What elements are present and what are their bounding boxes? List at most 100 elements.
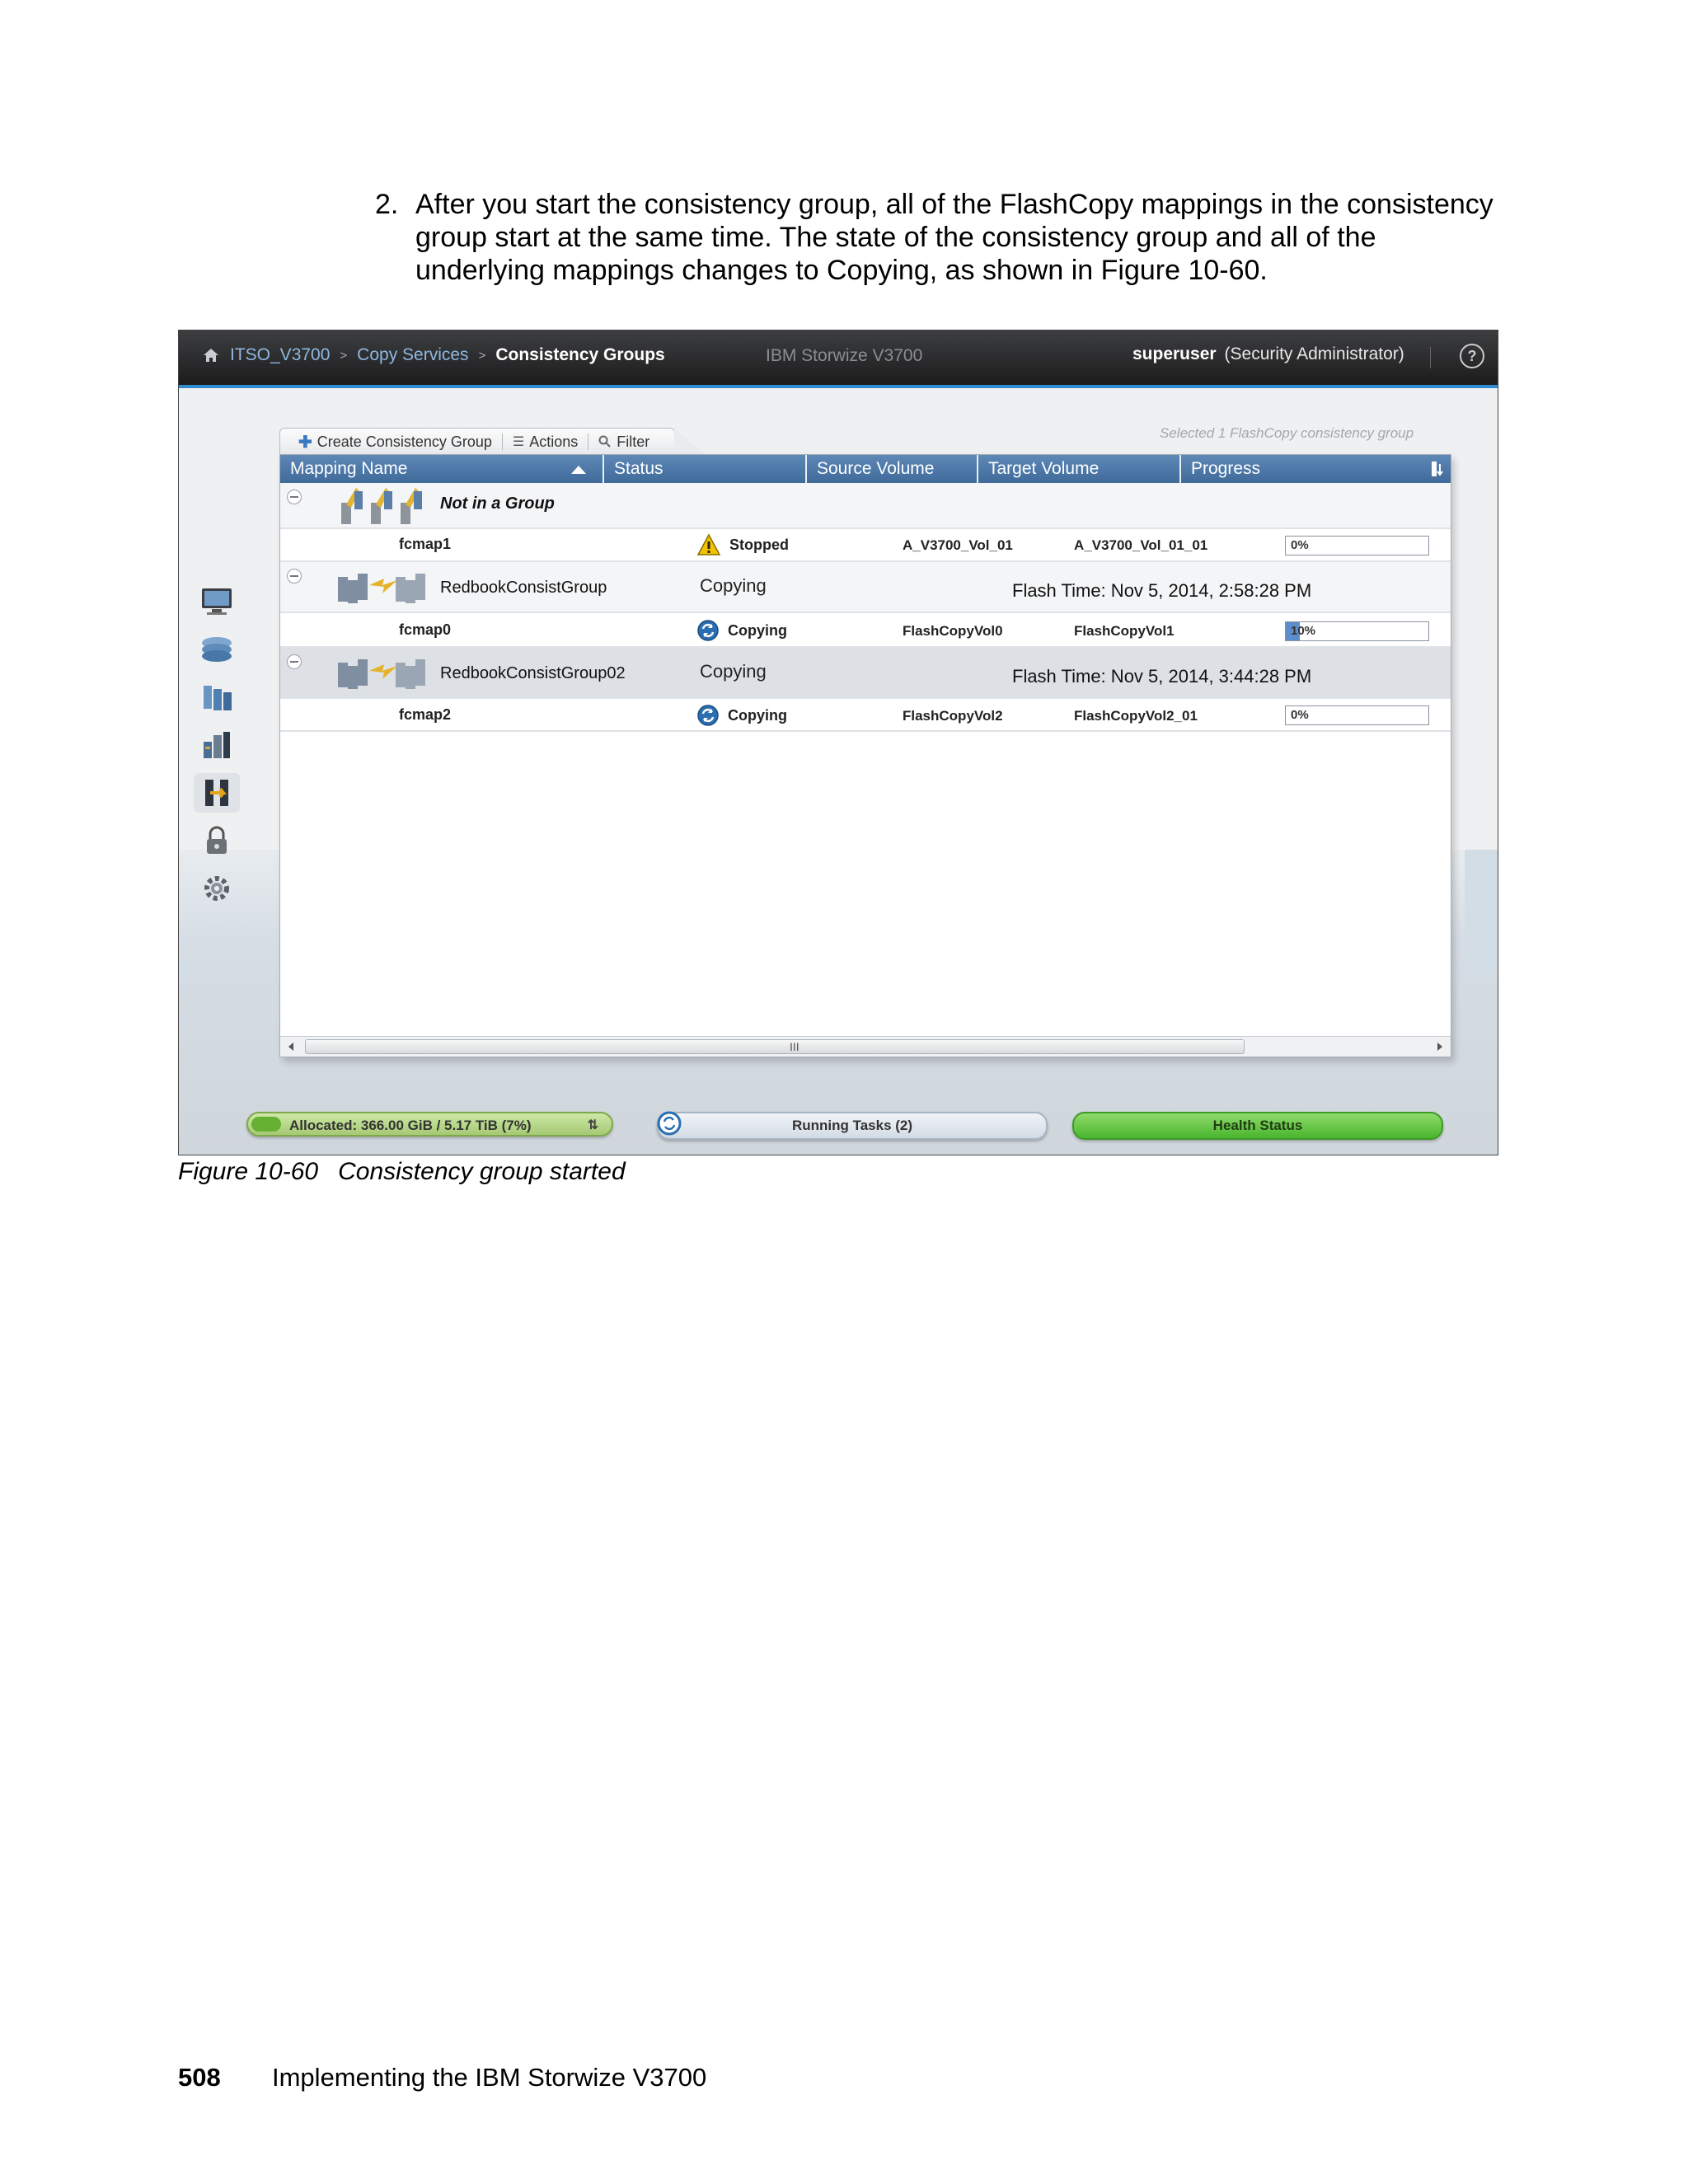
nav-copy-services[interactable] xyxy=(194,773,240,813)
user-info[interactable]: superuser (Security Administrator) xyxy=(1132,344,1404,364)
breadcrumb-current: Consistency Groups xyxy=(495,345,665,364)
target-volume: FlashCopyVol2_01 xyxy=(1074,708,1198,724)
nav-volumes[interactable] xyxy=(194,677,240,717)
column-header-source-volume[interactable]: Source Volume xyxy=(807,455,978,483)
horizontal-scrollbar[interactable]: III xyxy=(280,1036,1451,1057)
mapping-row-fcmap0[interactable]: fcmap0 Copying FlashCopyVol0 FlashCopyVo… xyxy=(280,613,1451,648)
group-row-redbookconsistgroup02[interactable]: RedbookConsistGroup02 Copying Flash Time… xyxy=(280,648,1451,699)
progress-bar: 0% xyxy=(1285,536,1429,555)
running-tasks-pod[interactable]: Running Tasks (2) xyxy=(657,1111,1048,1140)
user-role: (Security Administrator) xyxy=(1224,344,1404,363)
health-status-pod[interactable]: Health Status xyxy=(1072,1112,1443,1140)
actions-button[interactable]: ☰ Actions xyxy=(503,430,588,453)
mappings-table: Mapping Name Status Source Volume Target… xyxy=(279,454,1451,1057)
nav-pools[interactable] xyxy=(194,630,240,669)
group-status: Copying xyxy=(700,575,767,596)
consistency-group-icon xyxy=(338,574,425,603)
breadcrumb-system[interactable]: ITSO_V3700 xyxy=(230,345,330,365)
target-volume: A_V3700_Vol_01_01 xyxy=(1074,537,1208,553)
figure-label: Figure 10-60 xyxy=(178,1158,319,1185)
mapping-name: fcmap0 xyxy=(399,621,452,638)
figure-text: Consistency group started xyxy=(338,1158,626,1185)
column-header-status[interactable]: Status xyxy=(604,455,807,483)
filter-label: Filter xyxy=(617,433,650,450)
group-status: Copying xyxy=(700,661,767,682)
scrollbar-grip: III xyxy=(790,1040,799,1053)
scrollbar-thumb[interactable]: III xyxy=(305,1039,1245,1054)
column-header-label: Source Volume xyxy=(817,459,935,478)
source-volume: A_V3700_Vol_01 xyxy=(903,537,1013,553)
actions-label: Actions xyxy=(529,433,579,450)
warning-icon xyxy=(696,533,721,555)
mapping-status-label: Copying xyxy=(728,706,787,724)
column-header-label: Status xyxy=(614,459,663,478)
breadcrumb-separator: > xyxy=(478,348,486,363)
home-icon[interactable] xyxy=(202,347,220,363)
nav-settings[interactable] xyxy=(194,869,240,908)
collapse-icon[interactable] xyxy=(287,654,302,669)
column-header-progress[interactable]: Progress xyxy=(1181,455,1451,483)
create-consistency-group-button[interactable]: ✚ Create Consistency Group xyxy=(288,430,502,453)
mapping-name: fcmap2 xyxy=(399,706,452,723)
page-footer: 508 Implementing the IBM Storwize V3700 xyxy=(178,2063,706,2093)
progress-label: 0% xyxy=(1291,708,1309,722)
mapping-status: Copying xyxy=(696,619,787,642)
gear-icon xyxy=(204,876,229,901)
progress-bar: 10% xyxy=(1285,621,1429,641)
column-header-label: Progress xyxy=(1191,459,1261,478)
step-number: 2. xyxy=(375,189,399,220)
help-icon[interactable]: ? xyxy=(1460,344,1484,368)
intro-paragraph: 2. After you start the consistency group… xyxy=(375,188,1512,287)
group-name: RedbookConsistGroup xyxy=(440,579,607,597)
filter-button[interactable]: Filter xyxy=(588,430,659,453)
column-header-label: Target Volume xyxy=(988,459,1100,478)
sort-ascending-icon[interactable] xyxy=(571,466,586,474)
top-bar: ITSO_V3700 > Copy Services > Consistency… xyxy=(179,330,1498,385)
monitor-icon xyxy=(202,588,232,615)
nav-hosts[interactable] xyxy=(194,725,240,765)
breadcrumb-copy-services[interactable]: Copy Services xyxy=(357,345,468,365)
mapping-status-label: Stopped xyxy=(729,536,789,553)
column-header-label: Mapping Name xyxy=(290,459,408,478)
scroll-left-icon[interactable] xyxy=(288,1043,293,1051)
nav-access[interactable] xyxy=(194,821,240,860)
book-title: Implementing the IBM Storwize V3700 xyxy=(272,2063,707,2092)
page-number: 508 xyxy=(178,2063,221,2092)
column-header-target-volume[interactable]: Target Volume xyxy=(978,455,1181,483)
sync-icon xyxy=(657,1111,682,1136)
mapping-row-fcmap2[interactable]: fcmap2 Copying FlashCopyVol2 FlashCopyVo… xyxy=(280,699,1451,732)
collapse-icon[interactable] xyxy=(287,490,302,504)
mapping-status-label: Copying xyxy=(728,621,787,639)
column-header-mapping-name[interactable]: Mapping Name xyxy=(280,455,604,483)
group-name: RedbookConsistGroup02 xyxy=(440,664,626,682)
left-navigation xyxy=(194,582,243,916)
list-icon: ☰ xyxy=(512,435,525,449)
scroll-right-icon[interactable] xyxy=(1437,1043,1442,1051)
collapse-icon[interactable] xyxy=(287,569,302,583)
swap-arrows-icon[interactable]: ⇅ xyxy=(588,1113,598,1138)
sync-icon xyxy=(697,705,719,726)
selection-info: Selected 1 FlashCopy consistency group xyxy=(1160,425,1414,441)
step-text: After you start the consistency group, a… xyxy=(415,189,1493,286)
group-row-not-in-group[interactable]: Not in a Group xyxy=(280,483,1451,529)
hosts-icon xyxy=(204,732,230,758)
copy-services-icon xyxy=(205,780,228,806)
divider xyxy=(1430,347,1431,368)
allocated-capacity-pod[interactable]: Allocated: 366.00 GiB / 5.17 TiB (7%) ⇅ xyxy=(246,1112,613,1137)
table-header: Mapping Name Status Source Volume Target… xyxy=(280,455,1451,483)
column-picker-icon[interactable] xyxy=(1431,461,1446,477)
mapping-row-fcmap1[interactable]: fcmap1 Stopped A_V3700_Vol_01 A_V3700_Vo… xyxy=(280,529,1451,562)
sync-icon xyxy=(697,620,719,641)
group-row-redbookconsistgroup[interactable]: RedbookConsistGroup Copying Flash Time: … xyxy=(280,562,1451,613)
standalone-mappings-icon xyxy=(341,488,422,524)
progress-bar: 0% xyxy=(1285,705,1429,725)
consistency-group-icon xyxy=(338,659,425,689)
mapping-status: Stopped xyxy=(696,533,789,556)
running-tasks-label: Running Tasks (2) xyxy=(791,1118,913,1133)
nav-monitoring[interactable] xyxy=(194,582,240,621)
plus-icon: ✚ xyxy=(298,433,312,452)
flash-time: Flash Time: Nov 5, 2014, 2:58:28 PM xyxy=(1012,580,1312,601)
background-band-right xyxy=(1465,850,1498,973)
volumes-icon xyxy=(204,686,232,710)
progress-label: 0% xyxy=(1291,538,1309,552)
